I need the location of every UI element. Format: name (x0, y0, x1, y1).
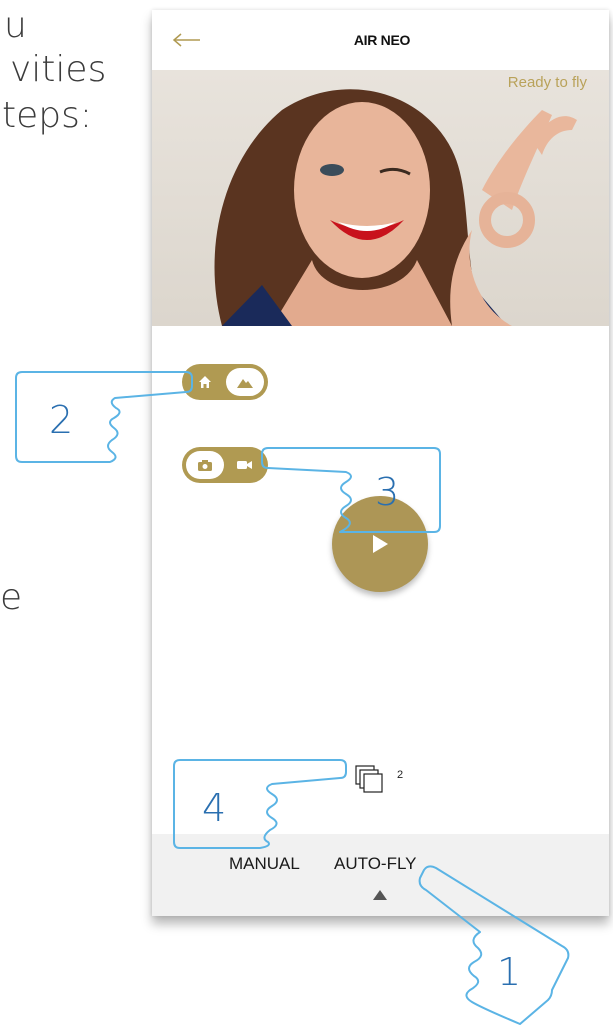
callout-number: 2 (49, 398, 74, 442)
callout-2-shape (15, 371, 193, 463)
callout-number: 4 (202, 786, 227, 830)
callout-number: 1 (497, 950, 522, 994)
callout-3-shape (261, 447, 441, 533)
callout-overlay (15, 371, 570, 1025)
callout-1-shape (418, 865, 570, 1025)
callout-4-shape (173, 759, 347, 849)
callout-number: 3 (375, 470, 400, 514)
